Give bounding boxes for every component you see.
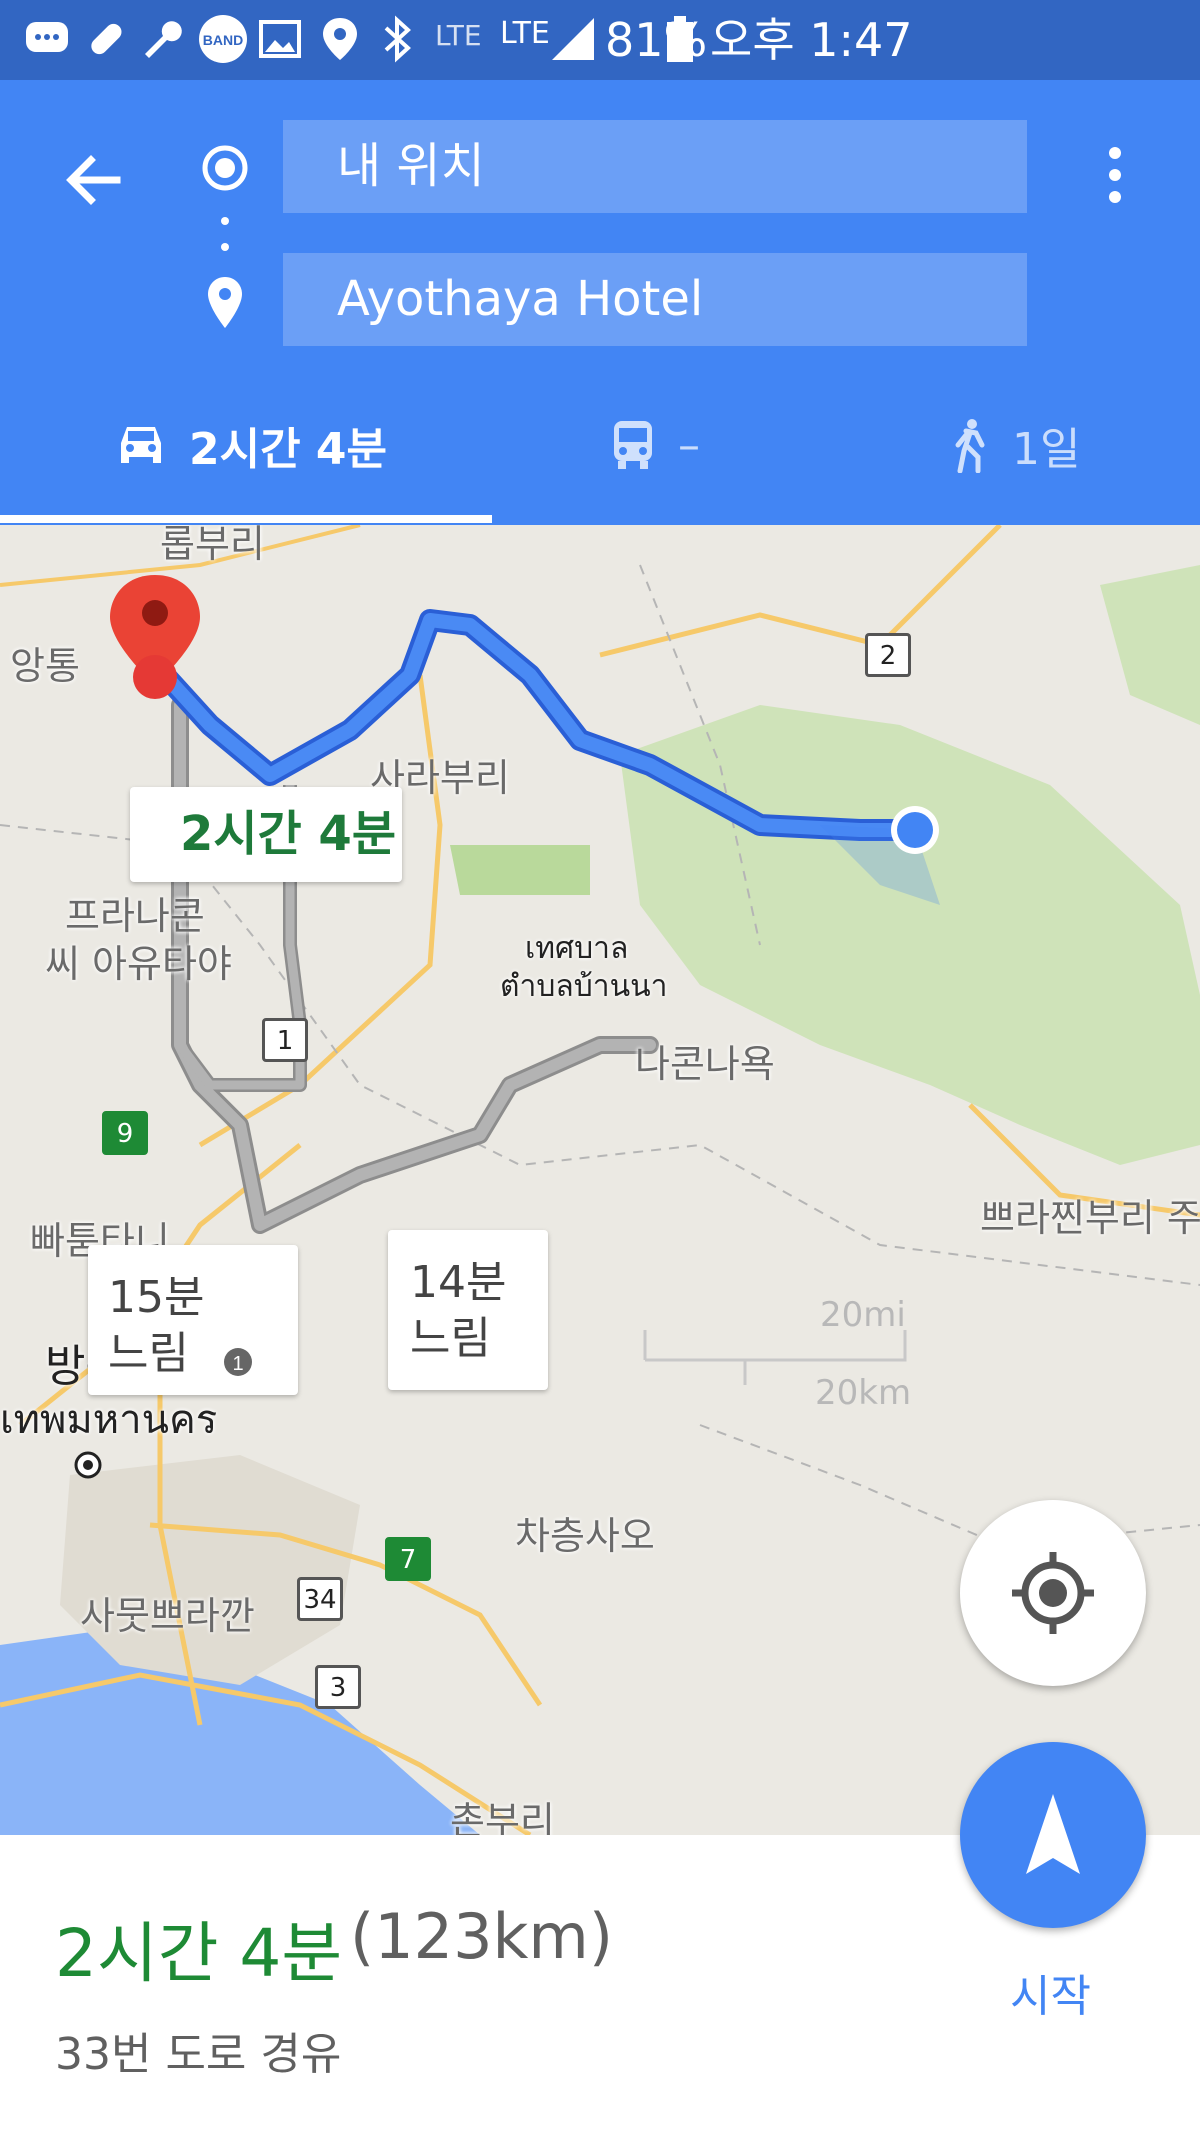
svg-text:1: 1 bbox=[232, 1353, 243, 1375]
mode-drive-label: 2시간 4분 bbox=[189, 424, 387, 475]
route-badge-1: 1 bbox=[262, 1018, 308, 1062]
place-label-tambon: ตำบลบ้านนา bbox=[500, 969, 668, 1004]
image-icon bbox=[259, 20, 301, 58]
alt-route-2-time: 14분 bbox=[410, 1257, 507, 1308]
scale-miles-label: 20mi bbox=[820, 1295, 906, 1335]
place-label-chonburi: 촌부리 bbox=[450, 1799, 555, 1835]
battery-icon bbox=[667, 16, 693, 62]
directions-header: 내 위치 Ayothaya Hotel 2시간 4분 – 1일 bbox=[0, 80, 1200, 525]
route-distance: (123km) bbox=[350, 1900, 614, 1973]
toll-info-icon: 1 bbox=[224, 1348, 252, 1376]
network-2-label: LTE bbox=[500, 16, 550, 51]
place-label-samut-prakan: 사뭇쁘라깐 bbox=[80, 1594, 255, 1638]
navigation-arrow-icon bbox=[1026, 1794, 1080, 1874]
capital-marker-icon bbox=[74, 1451, 102, 1479]
destination-input[interactable]: Ayothaya Hotel bbox=[283, 253, 1027, 346]
mode-transit-label: – bbox=[678, 419, 700, 471]
alt-route-callout-1[interactable]: 15분 느림 bbox=[88, 1245, 298, 1395]
transit-icon bbox=[614, 421, 652, 469]
start-navigation-label[interactable]: 시작 bbox=[1010, 1960, 1091, 2024]
band-icon: BAND bbox=[199, 15, 247, 63]
walk-icon bbox=[955, 419, 985, 473]
alt-route-2-slower: 느림 bbox=[410, 1313, 491, 1364]
svg-text:BAND: BAND bbox=[203, 32, 243, 48]
origin-input[interactable]: 내 위치 bbox=[283, 120, 1027, 213]
location-icon bbox=[323, 18, 357, 60]
destination-pin-icon bbox=[208, 277, 242, 328]
route-time-callout[interactable]: 2시간 4분 bbox=[130, 787, 402, 882]
signal-icon bbox=[552, 18, 594, 60]
pill-icon bbox=[91, 23, 122, 55]
alt-route-1-time: 15분 bbox=[108, 1272, 205, 1323]
forest-area-ne bbox=[1100, 565, 1200, 725]
alt-route-callout-2[interactable]: 14분 느림 bbox=[388, 1230, 548, 1390]
route-duration: 2시간 4분 bbox=[55, 1915, 343, 1992]
mode-tab-drive[interactable]: 2시간 4분 bbox=[115, 400, 387, 490]
wrench-icon bbox=[145, 21, 182, 58]
mode-walk-label: 1일 bbox=[1012, 424, 1081, 475]
route-via: 33번 도로 경유 bbox=[55, 2029, 342, 2080]
route-badge-3: 3 bbox=[315, 1665, 361, 1709]
place-label-prachinburi: 쁘라찐부리 주 bbox=[980, 1196, 1200, 1240]
route-badge-9: 9 bbox=[102, 1111, 148, 1155]
scale-km-label: 20km bbox=[815, 1373, 912, 1413]
origin-marker-icon bbox=[202, 145, 248, 191]
back-arrow-icon[interactable] bbox=[55, 140, 135, 220]
place-label-phra-nakhon: 프라나콘 bbox=[65, 894, 205, 938]
network-1-label: LTE bbox=[435, 19, 482, 52]
place-label-nakhon-nayok: 나콘나욕 bbox=[635, 1042, 775, 1086]
route-badge-7: 7 bbox=[385, 1537, 431, 1581]
my-location-button[interactable] bbox=[960, 1500, 1146, 1686]
forest-area bbox=[620, 705, 1200, 1165]
place-label-angthong: 앙통 bbox=[10, 644, 80, 688]
crosshair-icon bbox=[1012, 1552, 1094, 1634]
mode-tab-transit[interactable]: – bbox=[610, 400, 700, 490]
place-label-lopburi: 롭부리 bbox=[160, 525, 265, 566]
chat-icon bbox=[26, 22, 68, 52]
route-badge-34: 34 bbox=[297, 1577, 343, 1621]
status-bar: BAND LTE LTE 81% 오후 1:47 bbox=[0, 0, 1200, 80]
clock: 오후 1:47 bbox=[710, 13, 913, 67]
car-icon bbox=[121, 427, 161, 463]
place-label-si-ayutthaya: 씨 아유타야 bbox=[45, 942, 232, 986]
more-options-icon[interactable] bbox=[1090, 135, 1140, 215]
park-area bbox=[450, 845, 590, 895]
route-dots-icon bbox=[221, 217, 229, 251]
place-label-krung-thep: เทพมหานคร bbox=[0, 1397, 218, 1443]
mode-tab-walk[interactable]: 1일 bbox=[950, 400, 1080, 490]
selected-tab-indicator bbox=[0, 515, 492, 523]
place-label-chachoengsao: 차층사오 bbox=[515, 1514, 655, 1558]
route-badge-2: 2 bbox=[865, 633, 911, 677]
start-navigation-button[interactable] bbox=[960, 1742, 1146, 1928]
bluetooth-icon bbox=[384, 15, 411, 63]
